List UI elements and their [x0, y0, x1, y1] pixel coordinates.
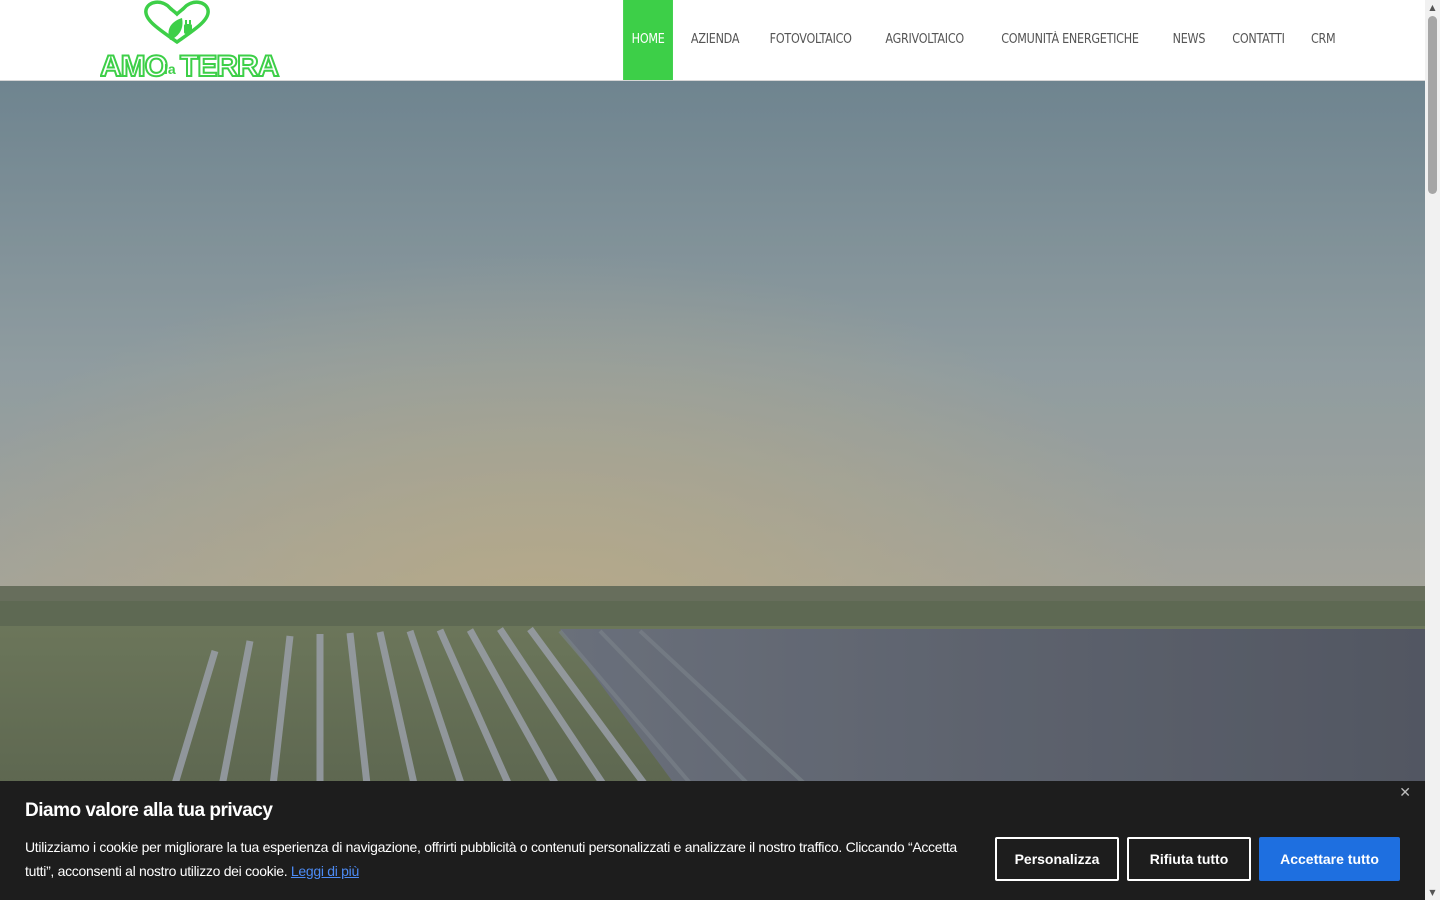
nav-item-comunita-energetiche[interactable]: COMUNITÀ ENERGETICHE — [992, 0, 1147, 80]
read-more-link[interactable]: Leggi di più — [291, 863, 359, 879]
hero-section — [0, 81, 1425, 900]
svg-text:la: la — [164, 61, 176, 77]
reject-all-button[interactable]: Rifiuta tutto — [1127, 837, 1251, 881]
nav-item-azienda[interactable]: AZIENDA — [682, 0, 747, 80]
cookie-text: Utilizziamo i cookie per migliorare la t… — [25, 839, 957, 879]
nav-item-contatti[interactable]: CONTATTI — [1223, 0, 1293, 80]
close-icon[interactable]: ✕ — [1399, 785, 1411, 801]
nav-item-home[interactable]: HOME — [622, 0, 673, 80]
nav-item-crm[interactable]: CRM — [1302, 0, 1344, 80]
scroll-up-arrow-icon[interactable]: ▲ — [1425, 0, 1440, 15]
nav-item-agrivoltaico[interactable]: AGRIVOLTAICO — [876, 0, 972, 80]
scroll-thumb[interactable] — [1428, 16, 1437, 194]
logo-image: AMO la TERRA — [100, 0, 281, 80]
cookie-banner: ✕ Diamo valore alla tua privacy Utilizzi… — [0, 781, 1425, 900]
main-nav: HOME AZIENDA FOTOVOLTAICO AGRIVOLTAICO C… — [619, 0, 1347, 80]
nav-item-news[interactable]: NEWS — [1164, 0, 1214, 80]
cookie-title: Diamo valore alla tua privacy — [25, 800, 273, 821]
svg-text:TERRA: TERRA — [180, 50, 279, 80]
site-header: AMO la TERRA HOME AZIENDA FOTOVOLTAICO A… — [0, 0, 1425, 81]
cookie-description: Utilizziamo i cookie per migliorare la t… — [25, 835, 975, 883]
hero-overlay — [0, 81, 1425, 900]
nav-item-fotovoltaico[interactable]: FOTOVOLTAICO — [761, 0, 860, 80]
logo[interactable]: AMO la TERRA — [100, 0, 290, 80]
svg-text:AMO: AMO — [100, 50, 168, 80]
scroll-down-arrow-icon[interactable]: ▼ — [1425, 885, 1440, 900]
page-scrollbar[interactable]: ▲ ▼ — [1425, 0, 1440, 900]
customize-button[interactable]: Personalizza — [995, 837, 1119, 881]
accept-all-button[interactable]: Accettare tutto — [1259, 837, 1400, 881]
